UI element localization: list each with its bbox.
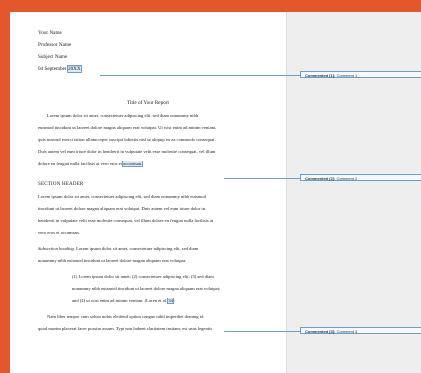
subsection-text: Lorem ipsum dolor sit amet, consectetuer… — [75, 246, 199, 251]
quote-line: (1) Lorem ipsum dolor sit amet; (2) cons… — [72, 274, 214, 279]
comment-label: Commented [2]: — [305, 176, 336, 181]
comment-text: Comment 1 — [335, 73, 358, 78]
intro-line: Lorem ipsum dolor sit amet, consectetuer… — [47, 113, 199, 118]
intro-line: euismod tincidunt ut laoreet dolore magn… — [38, 125, 217, 130]
comment-connector — [224, 178, 300, 179]
quote-close-paren: ) — [172, 298, 175, 303]
section-line: Lorem ipsum dolor sit amet, consectetuer… — [38, 194, 206, 199]
comment-text: Comment 3 — [335, 329, 358, 334]
section-header: SECTION HEADER — [38, 182, 84, 187]
intro-last-line: dolore eu feugiat nulla facilisis at ver… — [38, 161, 266, 167]
date-year-highlight[interactable]: 20XX — [66, 65, 82, 73]
section-line: vero eros et accumsan. — [38, 230, 80, 235]
document-page: Your Name Professor Name Subject Name 04… — [10, 12, 286, 373]
date-line: 04 September 20XX — [38, 65, 82, 73]
subsection-heading: Subsection heading. — [38, 246, 75, 251]
comment-connector — [100, 75, 300, 76]
quote-last-line: and (4) ut wisi enim ad minim veniam. (L… — [72, 298, 268, 304]
closing-line: Nam liber tempor cum soluta nobis eleife… — [47, 314, 204, 319]
subsection-line: Subsection heading. Lorem ipsum dolor si… — [38, 246, 266, 252]
accumsan-highlight[interactable]: accumsan. — [122, 161, 144, 167]
subject-name: Subject Name — [38, 54, 68, 60]
comment-balloon-1[interactable]: Commented [1]: Comment 1 — [300, 71, 421, 78]
date-text: 04 September — [38, 66, 68, 72]
intro-line: quis nostrud exerci tation ullamcorper s… — [38, 137, 216, 142]
comment-margin — [286, 12, 421, 373]
comment-connector — [224, 331, 300, 332]
comment-text: Comment 2 — [335, 176, 358, 181]
professor-name: Professor Name — [38, 42, 72, 48]
intro-line: Duis autem vel eum iriure dolor in hendr… — [38, 149, 216, 154]
comment-balloon-3[interactable]: Commented [3]: Comment 3 — [300, 327, 421, 334]
document-window: Your Name Professor Name Subject Name 04… — [10, 12, 421, 373]
quote-last-text: and (4) ut wisi enim ad minim veniam. (L… — [72, 298, 169, 303]
author-name: Your Name — [38, 30, 62, 36]
subsection-line: nonummy nibh euismod tincidunt ut laoree… — [38, 258, 187, 263]
section-line: tincidunt ut laoreet dolore magna aliqua… — [38, 206, 205, 211]
report-title: Title of Your Report — [127, 100, 169, 106]
comment-balloon-2[interactable]: Commented [2]: Comment 2 — [300, 174, 421, 181]
comment-label: Commented [3]: — [305, 329, 336, 334]
section-line: hendrerit in vulputate velit esse molest… — [38, 218, 214, 223]
comment-label: Commented [1]: — [305, 73, 336, 78]
quote-line: nonummy nibh euismod tincidunt ut laoree… — [72, 286, 221, 291]
intro-last-text: dolore eu feugiat nulla facilisis at ver… — [38, 161, 124, 166]
